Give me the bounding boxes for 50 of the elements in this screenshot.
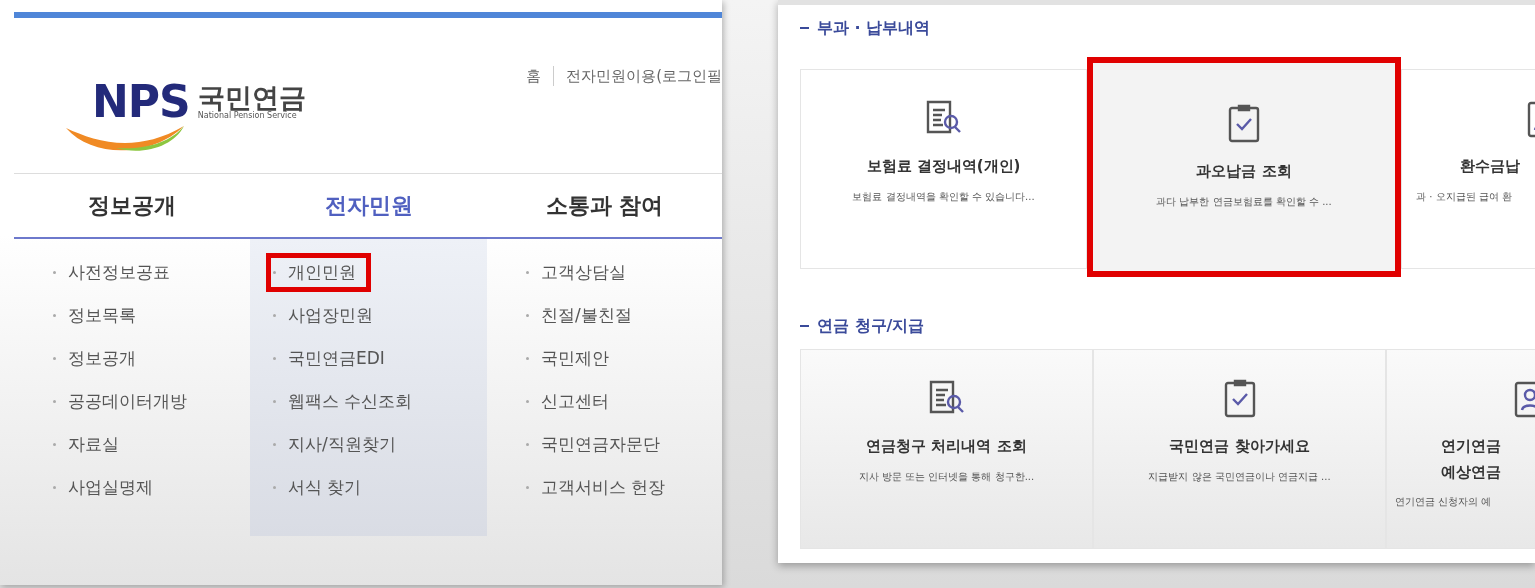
nav-tab[interactable]: 소통과 참여 — [545, 190, 664, 221]
section-title: 연금 청구/지급 — [817, 315, 925, 337]
card-description: 보험료 결정내역을 확인할 수 있습니다... — [852, 189, 1035, 204]
menu-item[interactable]: 국민연금EDI — [266, 339, 400, 378]
card-description: 과 · 오지급된 급여 환 — [1416, 189, 1512, 204]
service-card[interactable]: 연기연금 예상연금 연기연금 신청자의 예 — [1386, 349, 1535, 549]
menu-item[interactable]: 서식 찾기 — [266, 468, 377, 507]
service-card[interactable]: 국민연금 찾아가세요 지급받지 않은 국민연금이나 연금지급 ... — [1093, 349, 1386, 549]
dash-icon — [800, 27, 809, 29]
logo-name: 국민연금 — [197, 84, 306, 111]
menu-item[interactable]: 고객서비스 헌장 — [519, 468, 681, 507]
card-description: 연기연금 신청자의 예 — [1395, 495, 1492, 509]
service-card[interactable]: 과오납금 조회 과다 납부한 연금보험료를 확인할 수 ... — [1087, 57, 1401, 277]
menu-item[interactable]: 지사/직원찾기 — [266, 425, 411, 464]
menu-item[interactable]: 국민연금자문단 — [519, 425, 675, 464]
top-link[interactable]: 전자민원이용(로그인필 — [566, 66, 722, 86]
menu-item[interactable]: 공공데이터개방 — [46, 382, 202, 421]
menu-item[interactable]: 자료실 — [46, 425, 134, 464]
top-link[interactable]: 홈 — [526, 66, 542, 86]
nav-tab[interactable]: 전자민원 — [324, 190, 413, 221]
card-description: 지사 방문 또는 인터넷을 통해 청구한... — [858, 469, 1035, 484]
logo-mark: NPS — [92, 80, 190, 124]
dash-icon — [800, 325, 809, 327]
card-title: 과오납금 조회 — [1196, 161, 1292, 182]
clipboard-check-icon — [1222, 378, 1257, 418]
logo-subtitle: National Pension Service — [197, 111, 297, 120]
card-title: 국민연금 찾아가세요 — [1169, 436, 1310, 457]
menu-item[interactable]: 개인민원 — [266, 253, 371, 292]
menu-item[interactable]: 웹팩스 수신조회 — [266, 382, 428, 421]
menu-item[interactable]: 사업장민원 — [266, 296, 388, 335]
menu-item[interactable]: 사전정보공표 — [46, 253, 185, 292]
menu-item[interactable]: 정보목록 — [46, 296, 151, 335]
menu-item[interactable]: 정보공개 — [46, 339, 151, 378]
card-description: 지급받지 않은 국민연금이나 연금지급 ... — [1148, 469, 1331, 484]
nav-tab[interactable]: 정보공개 — [88, 190, 176, 221]
section-title: 부과 · 납부내역 — [817, 17, 931, 39]
card-title: 연기연금 예상연금 — [1441, 436, 1501, 483]
service-card[interactable]: 환수금납 과 · 오지급된 급여 환 — [1401, 69, 1535, 269]
card-title: 환수금납 — [1460, 156, 1520, 177]
service-card[interactable]: 보험료 결정내역(개인) 보험료 결정내역을 확인할 수 있습니다... — [800, 69, 1087, 269]
card-description: 과다 납부한 연금보험료를 확인할 수 ... — [1156, 194, 1332, 209]
menu-item[interactable]: 국민제안 — [519, 339, 624, 378]
menu-item[interactable]: 고객상담실 — [519, 253, 641, 292]
menu-item[interactable]: 사업실명제 — [46, 468, 168, 507]
clipboard-check-icon — [1227, 103, 1261, 143]
menu-item[interactable]: 친절/불친절 — [519, 296, 647, 335]
card-title: 보험료 결정내역(개인) — [866, 156, 1021, 177]
card-title: 연금청구 처리내역 조회 — [866, 436, 1027, 457]
service-card[interactable]: 연금청구 처리내역 조회 지사 방문 또는 인터넷을 통해 청구한... — [800, 349, 1093, 549]
menu-item[interactable]: 신고센터 — [519, 382, 624, 421]
